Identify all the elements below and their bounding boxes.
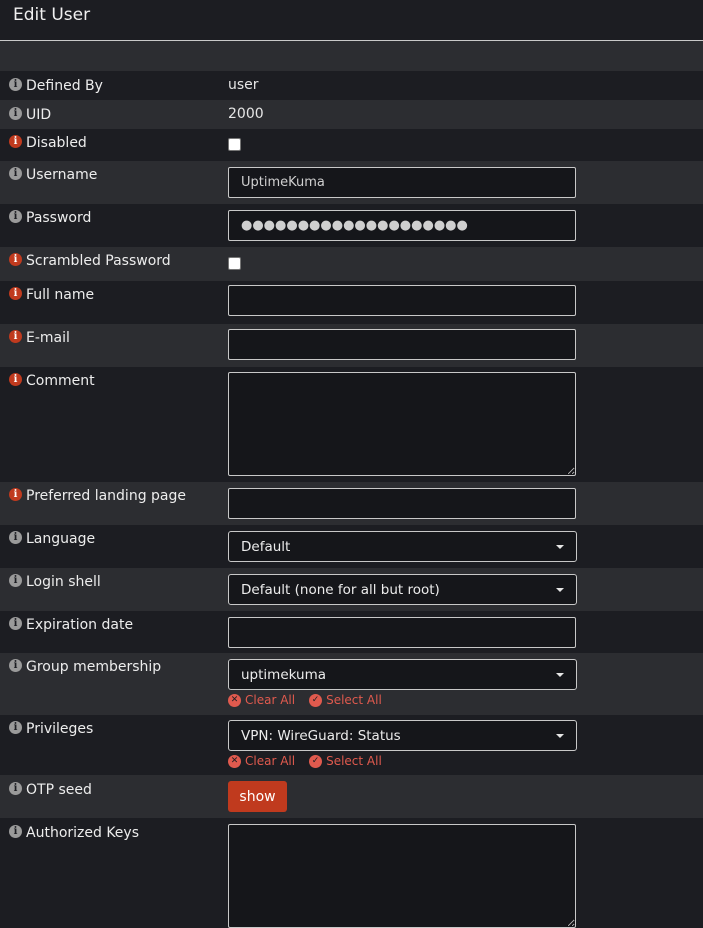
info-icon[interactable]: i: [9, 330, 22, 343]
language-select[interactable]: Default: [228, 531, 577, 562]
check-icon: ✓: [309, 754, 323, 768]
select-all-label: Select All: [326, 693, 382, 707]
row-scrambled-password: i Scrambled Password: [0, 247, 703, 281]
landing-page-input[interactable]: [228, 488, 576, 519]
username-input[interactable]: [228, 167, 576, 198]
uid-value: 2000: [228, 106, 264, 122]
full-name-label: Full name: [26, 287, 95, 303]
clear-all-label: Clear All: [245, 693, 296, 707]
show-otp-button[interactable]: show: [228, 781, 287, 812]
privileges-select[interactable]: VPN: WireGuard: Status: [228, 720, 577, 751]
row-full-name: i Full name: [0, 281, 703, 324]
privileges-value: VPN: WireGuard: Status: [241, 727, 401, 744]
info-icon[interactable]: i: [9, 617, 22, 630]
chevron-down-icon: [556, 544, 564, 549]
info-icon[interactable]: i: [9, 531, 22, 544]
info-icon[interactable]: i: [9, 373, 22, 386]
info-icon[interactable]: i: [9, 107, 22, 120]
privileges-label: Privileges: [26, 721, 94, 737]
row-uid: i UID 2000: [0, 100, 703, 129]
row-expiration-date: i Expiration date: [0, 611, 703, 653]
comment-textarea[interactable]: [228, 372, 576, 476]
scrambled-password-checkbox[interactable]: [228, 257, 241, 270]
authorized-keys-textarea[interactable]: [228, 824, 576, 928]
row-disabled: i Disabled: [0, 129, 703, 161]
info-icon[interactable]: i: [9, 135, 22, 148]
check-icon: ✓: [309, 693, 323, 707]
row-authorized-keys: i Authorized Keys: [0, 818, 703, 928]
clear-all-label: Clear All: [245, 754, 296, 768]
clear-icon: ✕: [228, 754, 241, 768]
group-membership-value: uptimekuma: [241, 666, 327, 683]
chevron-down-icon: [556, 733, 564, 738]
password-label: Password: [26, 210, 92, 226]
info-icon[interactable]: i: [9, 488, 22, 501]
expiration-date-input[interactable]: [228, 617, 576, 648]
chevron-down-icon: [556, 672, 564, 677]
info-icon[interactable]: i: [9, 253, 22, 266]
select-all-button[interactable]: ✓ Select All: [309, 693, 382, 707]
row-group-membership: i Group membership uptimekuma ✕ Clear Al…: [0, 653, 703, 715]
disabled-checkbox[interactable]: [228, 138, 241, 151]
row-password: i Password: [0, 204, 703, 247]
login-shell-value: Default (none for all but root): [241, 581, 440, 598]
login-shell-label: Login shell: [26, 574, 101, 590]
login-shell-select[interactable]: Default (none for all but root): [228, 574, 577, 605]
uid-label: UID: [26, 107, 52, 123]
username-label: Username: [26, 167, 98, 183]
info-icon[interactable]: i: [9, 167, 22, 180]
landing-page-label: Preferred landing page: [26, 488, 187, 504]
info-icon[interactable]: i: [9, 210, 22, 223]
full-name-input[interactable]: [228, 285, 576, 316]
clear-all-button[interactable]: ✕ Clear All: [228, 754, 295, 768]
info-icon[interactable]: i: [9, 574, 22, 587]
email-label: E-mail: [26, 330, 70, 346]
row-comment: i Comment: [0, 367, 703, 482]
row-username: i Username: [0, 161, 703, 204]
group-membership-select[interactable]: uptimekuma: [228, 659, 577, 690]
language-label: Language: [26, 531, 96, 547]
authorized-keys-label: Authorized Keys: [26, 825, 139, 841]
disabled-label: Disabled: [26, 135, 87, 151]
header-spacer: [0, 41, 703, 71]
chevron-down-icon: [556, 587, 564, 592]
language-value: Default: [241, 538, 291, 555]
info-icon[interactable]: i: [9, 825, 22, 838]
info-icon[interactable]: i: [9, 782, 22, 795]
info-icon[interactable]: i: [9, 287, 22, 300]
row-otp-seed: i OTP seed show: [0, 775, 703, 818]
scrambled-password-label: Scrambled Password: [26, 253, 171, 269]
select-all-button[interactable]: ✓ Select All: [309, 754, 382, 768]
defined-by-value: user: [228, 77, 259, 93]
expiration-date-label: Expiration date: [26, 617, 134, 633]
page-title: Edit User: [0, 0, 703, 41]
group-membership-label: Group membership: [26, 659, 162, 675]
password-input[interactable]: [228, 210, 576, 241]
clear-all-button[interactable]: ✕ Clear All: [228, 693, 295, 707]
row-defined-by: i Defined By user: [0, 71, 703, 100]
info-icon[interactable]: i: [9, 78, 22, 91]
email-input[interactable]: [228, 329, 576, 360]
row-language: i Language Default: [0, 525, 703, 568]
info-icon[interactable]: i: [9, 721, 22, 734]
comment-label: Comment: [26, 373, 95, 389]
row-landing-page: i Preferred landing page: [0, 482, 703, 525]
clear-icon: ✕: [228, 693, 241, 707]
select-all-label: Select All: [326, 754, 382, 768]
defined-by-label: Defined By: [26, 78, 103, 94]
row-privileges: i Privileges VPN: WireGuard: Status ✕ Cl…: [0, 715, 703, 775]
row-login-shell: i Login shell Default (none for all but …: [0, 568, 703, 611]
otp-seed-label: OTP seed: [26, 782, 92, 798]
row-email: i E-mail: [0, 324, 703, 367]
info-icon[interactable]: i: [9, 659, 22, 672]
